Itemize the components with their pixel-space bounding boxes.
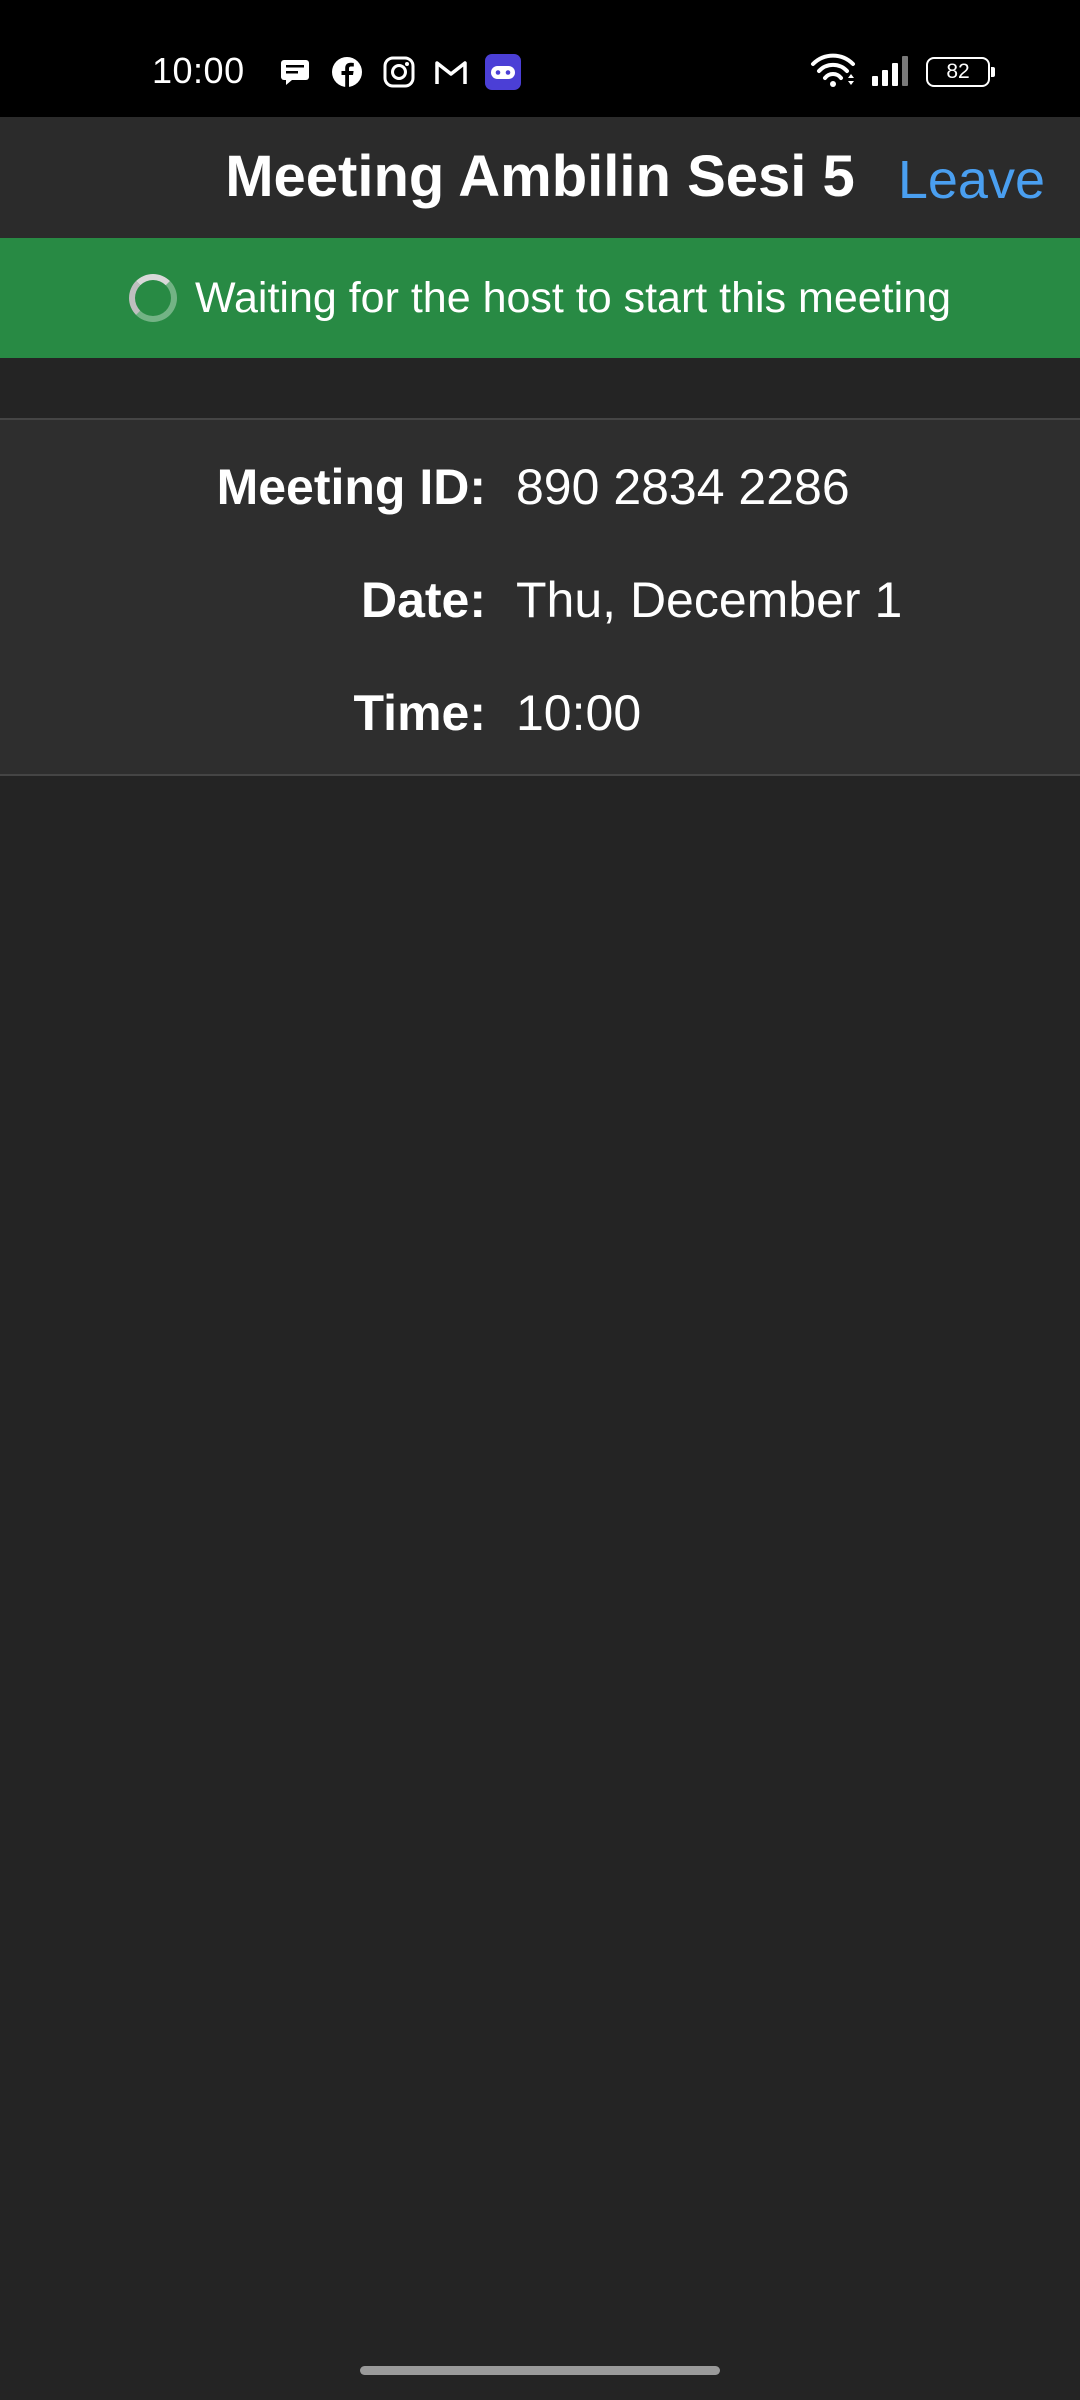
loading-spinner-icon <box>128 274 177 322</box>
status-time: 10:00 <box>152 50 245 91</box>
notification-icons <box>276 53 522 91</box>
meeting-date-value: Thu, December 1 <box>516 572 903 628</box>
waiting-banner: Waiting for the host to start this meeti… <box>0 238 1080 358</box>
signal-icon <box>870 54 912 91</box>
meeting-date-label: Date: <box>360 572 486 628</box>
meeting-time-value: 10:00 <box>516 685 642 741</box>
leave-button[interactable]: Leave <box>898 149 1045 211</box>
meeting-time-label: Time: <box>353 685 486 741</box>
meeting-date-row: Date: Thu, December 1 <box>0 571 1080 641</box>
system-icons: 82 <box>810 52 995 93</box>
status-bar: 10:00 82 <box>0 0 1080 117</box>
meeting-id-label: Meeting ID: <box>216 459 486 515</box>
meeting-header: Meeting Ambilin Sesi 5 Leave <box>0 117 1080 238</box>
facebook-icon <box>328 53 366 91</box>
instagram-icon <box>380 53 418 91</box>
game-icon <box>484 53 522 91</box>
meeting-time-row: Time: 10:00 <box>0 684 1080 754</box>
gmail-icon <box>432 53 470 91</box>
meeting-info-panel: Meeting ID: 890 2834 2286 Date: Thu, Dec… <box>0 418 1080 776</box>
battery-level: 82 <box>946 60 970 83</box>
battery-icon: 82 <box>926 57 995 87</box>
meeting-id-value: 890 2834 2286 <box>516 459 850 515</box>
waiting-message: Waiting for the host to start this meeti… <box>194 273 952 322</box>
meeting-id-row: Meeting ID: 890 2834 2286 <box>0 458 1080 528</box>
home-indicator[interactable] <box>360 2366 720 2375</box>
message-icon <box>276 53 314 91</box>
wifi-icon <box>810 52 856 93</box>
